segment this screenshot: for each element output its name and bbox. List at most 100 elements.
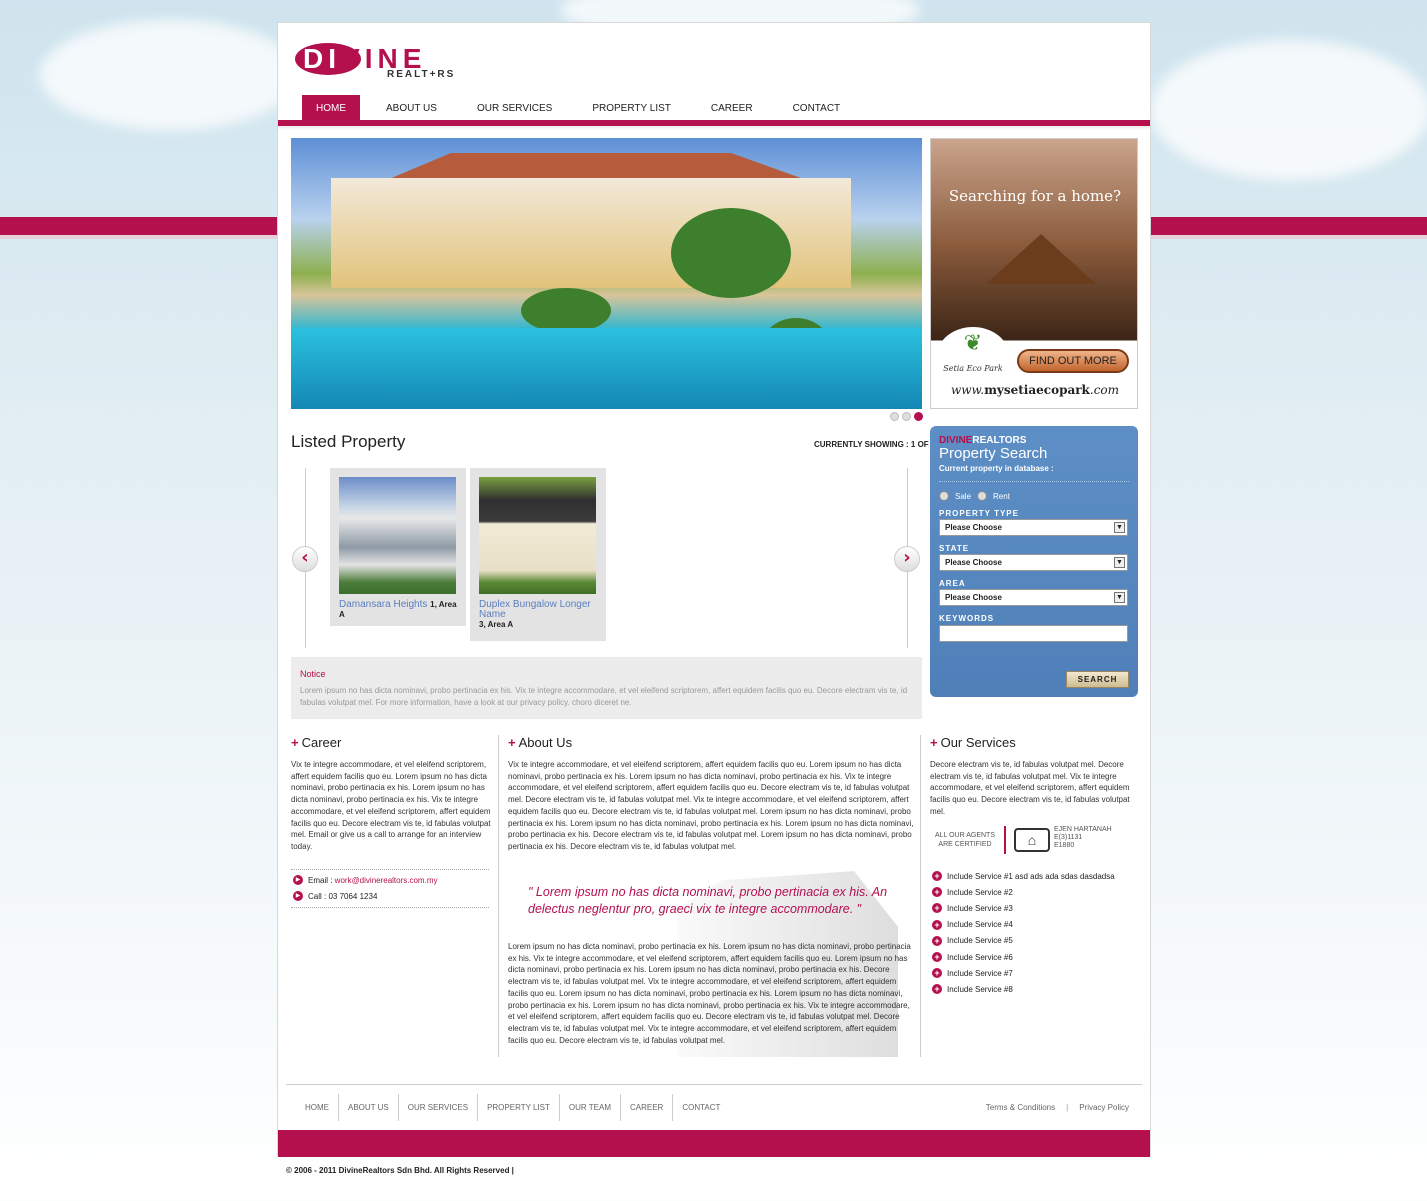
- about-body-2: Lorem ipsum no has dicta nominavi, probo…: [508, 942, 911, 1045]
- nav-our-services[interactable]: OUR SERVICES: [463, 95, 566, 120]
- sale-radio[interactable]: [939, 491, 949, 501]
- property-card[interactable]: Damansara Heights 1, Area A: [330, 468, 466, 626]
- notice-title: Notice: [300, 669, 326, 679]
- ad-pavilion-image: [986, 234, 1096, 284]
- chevron-down-icon: ▼: [1114, 592, 1125, 603]
- service-item[interactable]: + Include Service #1 asd ads ada sdas das…: [932, 868, 1115, 884]
- column-divider: [920, 735, 921, 1057]
- cert-registration: EJEN HARTANAH E(3)1131 E1880: [1054, 826, 1112, 849]
- footer-legal-links: Terms & Conditions | Privacy Policy: [986, 1103, 1129, 1112]
- property-area: 3, Area A: [479, 620, 514, 629]
- footer-nav-about-us[interactable]: ABOUT US: [339, 1094, 399, 1121]
- nav-contact[interactable]: CONTACT: [779, 95, 855, 120]
- about-heading: + About Us: [508, 735, 573, 750]
- main-nav: HOME ABOUT US OUR SERVICES PROPERTY LIST…: [302, 95, 866, 120]
- property-image[interactable]: [339, 477, 456, 594]
- nav-about-us[interactable]: ABOUT US: [372, 95, 451, 120]
- cert-text: ALL OUR AGENTS ARE CERTIFIED: [934, 832, 996, 848]
- slideshow-dot[interactable]: [902, 412, 911, 421]
- plus-circle-icon: +: [932, 952, 942, 963]
- career-email-link[interactable]: work@divinerealtors.com.my: [335, 876, 438, 885]
- services-body: Decore electram vis te, id fabulas volut…: [930, 760, 1130, 816]
- footer-divider: [286, 1084, 1142, 1085]
- footer-nav-our-team[interactable]: OUR TEAM: [560, 1094, 621, 1121]
- nav-shadow: [278, 126, 1150, 130]
- ad-url[interactable]: www.mysetiaecopark.com: [931, 383, 1137, 397]
- chevron-down-icon: ▼: [1114, 522, 1125, 533]
- terms-link[interactable]: Terms & Conditions: [986, 1103, 1055, 1112]
- service-item[interactable]: + Include Service #7: [932, 965, 1115, 981]
- rent-radio[interactable]: [977, 491, 988, 501]
- services-list: + Include Service #1 asd ads ada sdas das…: [932, 868, 1115, 998]
- footer-nav-home[interactable]: HOME: [296, 1094, 339, 1121]
- divider: [291, 907, 489, 908]
- hero-palm: [521, 288, 611, 333]
- property-image[interactable]: [479, 477, 596, 594]
- ad-eco-logo: ❦ Setia Eco Park: [937, 327, 1009, 385]
- property-type-label: PROPERTY TYPE: [939, 509, 1019, 518]
- footer-nav-career[interactable]: CAREER: [621, 1094, 674, 1121]
- service-item[interactable]: + Include Service #3: [932, 900, 1115, 916]
- find-out-more-button[interactable]: FIND OUT MORE: [1017, 349, 1129, 373]
- logo-subtitle: REALT+RS: [387, 69, 456, 80]
- listed-property-title: Listed Property: [291, 432, 406, 451]
- arrow-bullet-icon: ▶: [293, 891, 303, 901]
- service-item[interactable]: + Include Service #5: [932, 933, 1115, 949]
- plus-circle-icon: +: [932, 984, 942, 995]
- carousel-next-arrow-icon[interactable]: ›: [894, 546, 920, 572]
- notice-box: Notice Lorem ipsum no has dicta nominavi…: [291, 657, 922, 719]
- nav-home[interactable]: HOME: [302, 95, 360, 120]
- cert-divider: [1004, 826, 1006, 854]
- property-search-panel: DIVINEREALTORS Property Search Current p…: [930, 426, 1138, 697]
- state-label: STATE: [939, 544, 970, 553]
- service-item[interactable]: + Include Service #2: [932, 884, 1115, 900]
- plus-circle-icon: +: [932, 919, 942, 930]
- search-title: Property Search: [939, 445, 1048, 462]
- column-divider: [498, 735, 499, 1057]
- slideshow-dot-active[interactable]: [914, 412, 923, 421]
- nav-property-list[interactable]: PROPERTY LIST: [578, 95, 685, 120]
- property-name-link[interactable]: Duplex Bungalow Longer Name: [479, 600, 597, 620]
- search-button[interactable]: SEARCH: [1066, 671, 1129, 688]
- separator: |: [1066, 1103, 1069, 1112]
- service-item[interactable]: + Include Service #6: [932, 949, 1115, 965]
- career-body: Vix te integre accommodare, et vel eleif…: [291, 760, 491, 851]
- carousel-prev-arrow-icon[interactable]: ‹: [292, 546, 318, 572]
- nav-career[interactable]: CAREER: [697, 95, 767, 120]
- property-type-select[interactable]: Please Choose ▼: [939, 519, 1128, 536]
- ad-banner[interactable]: Searching for a home? ❦ Setia Eco Park F…: [930, 138, 1138, 409]
- footer-nav-property-list[interactable]: PROPERTY LIST: [478, 1094, 560, 1121]
- butterfly-icon: ❦: [963, 331, 983, 356]
- page-container: DIVINE REALT+RS HOME ABOUT US OUR SERVIC…: [277, 22, 1151, 1157]
- listing-type-radios: Sale Rent: [939, 491, 1129, 501]
- notice-body: Lorem ipsum no has dicta nominavi, probo…: [300, 686, 908, 707]
- slideshow-dot[interactable]: [890, 412, 899, 421]
- property-name-link[interactable]: Damansara Heights 1, Area A: [339, 600, 457, 620]
- property-card[interactable]: Duplex Bungalow Longer Name 3, Area A: [470, 468, 606, 641]
- plus-circle-icon: +: [932, 935, 942, 946]
- footer-bar: [278, 1130, 1150, 1157]
- sale-label: Sale: [955, 491, 972, 501]
- career-call: ▶ Call : 03 7064 1234: [293, 891, 377, 901]
- hero-slideshow-image[interactable]: [291, 138, 922, 409]
- career-email: ▶ Email : work@divinerealtors.com.my: [293, 875, 437, 885]
- copyright: © 2006 - 2011 DivineRealtors Sdn Bhd. Al…: [286, 1166, 514, 1175]
- plus-circle-icon: +: [932, 871, 942, 882]
- footer-nav-contact[interactable]: CONTACT: [673, 1094, 729, 1121]
- footer-nav: HOME ABOUT US OUR SERVICES PROPERTY LIST…: [296, 1094, 729, 1121]
- listing-count: CURRENTLY SHOWING : 1 OF 2: [814, 440, 936, 449]
- slideshow-dots: [890, 412, 923, 421]
- certification-badge: ALL OUR AGENTS ARE CERTIFIED ⌂ EJEN HART…: [930, 826, 1130, 858]
- footer-nav-our-services[interactable]: OUR SERVICES: [399, 1094, 479, 1121]
- services-heading: + Our Services: [930, 735, 1016, 750]
- service-item[interactable]: + Include Service #4: [932, 917, 1115, 933]
- state-select[interactable]: Please Choose ▼: [939, 554, 1128, 571]
- area-select[interactable]: Please Choose ▼: [939, 589, 1128, 606]
- keywords-input[interactable]: [939, 625, 1128, 642]
- logo[interactable]: DIVINE REALT+RS: [295, 37, 453, 83]
- plus-circle-icon: +: [932, 887, 942, 898]
- plus-circle-icon: +: [932, 903, 942, 914]
- privacy-link[interactable]: Privacy Policy: [1079, 1103, 1129, 1112]
- about-quote: " Lorem ipsum no has dicta nominavi, pro…: [528, 885, 888, 916]
- service-item[interactable]: + Include Service #8: [932, 981, 1115, 997]
